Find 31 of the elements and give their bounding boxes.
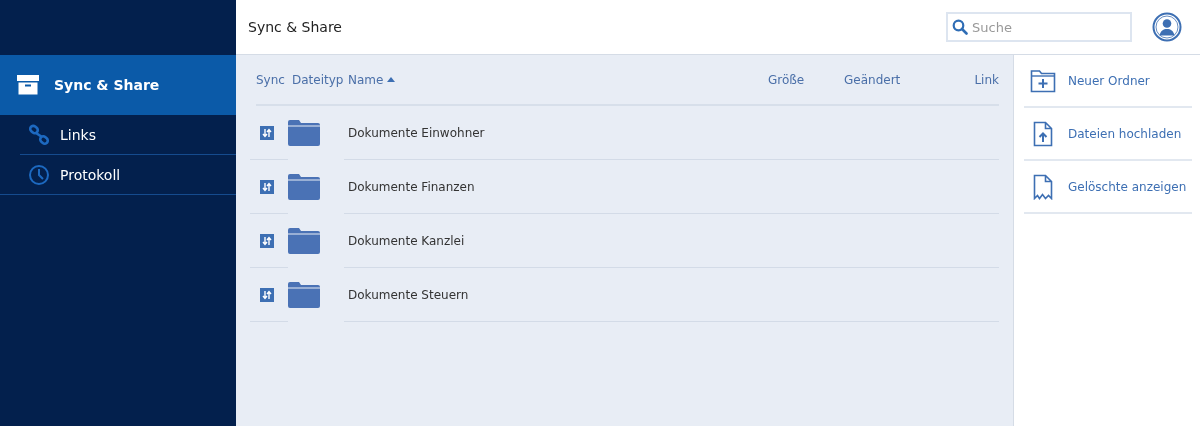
file-name[interactable]: Dokumente Finanzen xyxy=(348,179,475,194)
column-header[interactable]: Geändert xyxy=(844,72,950,87)
page-title: Sync & Share xyxy=(248,19,343,35)
sync-icon[interactable] xyxy=(260,125,274,140)
chain-link-icon xyxy=(28,123,50,146)
sync-icon[interactable] xyxy=(260,233,274,248)
column-header[interactable]: Name xyxy=(348,72,768,87)
file-name[interactable]: Dokumente Einwohner xyxy=(348,125,485,140)
sort-ascending-icon xyxy=(387,77,396,82)
box-icon xyxy=(16,74,40,96)
sync-icon[interactable] xyxy=(260,179,274,194)
folder-icon xyxy=(288,119,320,146)
file-name[interactable]: Dokumente Kanzlei xyxy=(348,233,465,248)
sidebar-item[interactable]: Sync & Share xyxy=(0,55,236,115)
action-link[interactable]: Gelöschte anzeigen xyxy=(1024,161,1192,214)
sync-icon[interactable] xyxy=(260,287,274,302)
action-link[interactable]: Dateien hochladen xyxy=(1024,108,1192,161)
folder-icon xyxy=(288,281,320,308)
column-header[interactable]: Dateityp xyxy=(292,72,348,87)
search-field[interactable]: Suche xyxy=(946,12,1132,42)
column-header[interactable]: Sync xyxy=(256,72,292,87)
folder-icon xyxy=(288,227,320,254)
sidebar-item[interactable]: Protokoll xyxy=(0,155,236,195)
new-folder-icon xyxy=(1030,68,1056,93)
column-header[interactable]: Link xyxy=(950,72,999,87)
file-name[interactable]: Dokumente Steuern xyxy=(348,287,469,302)
column-header[interactable]: Größe xyxy=(768,72,844,87)
clock-icon xyxy=(28,163,50,186)
action-link[interactable]: Neuer Ordner xyxy=(1024,55,1192,108)
user-avatar-icon[interactable] xyxy=(1152,12,1182,42)
folder-icon xyxy=(288,173,320,200)
